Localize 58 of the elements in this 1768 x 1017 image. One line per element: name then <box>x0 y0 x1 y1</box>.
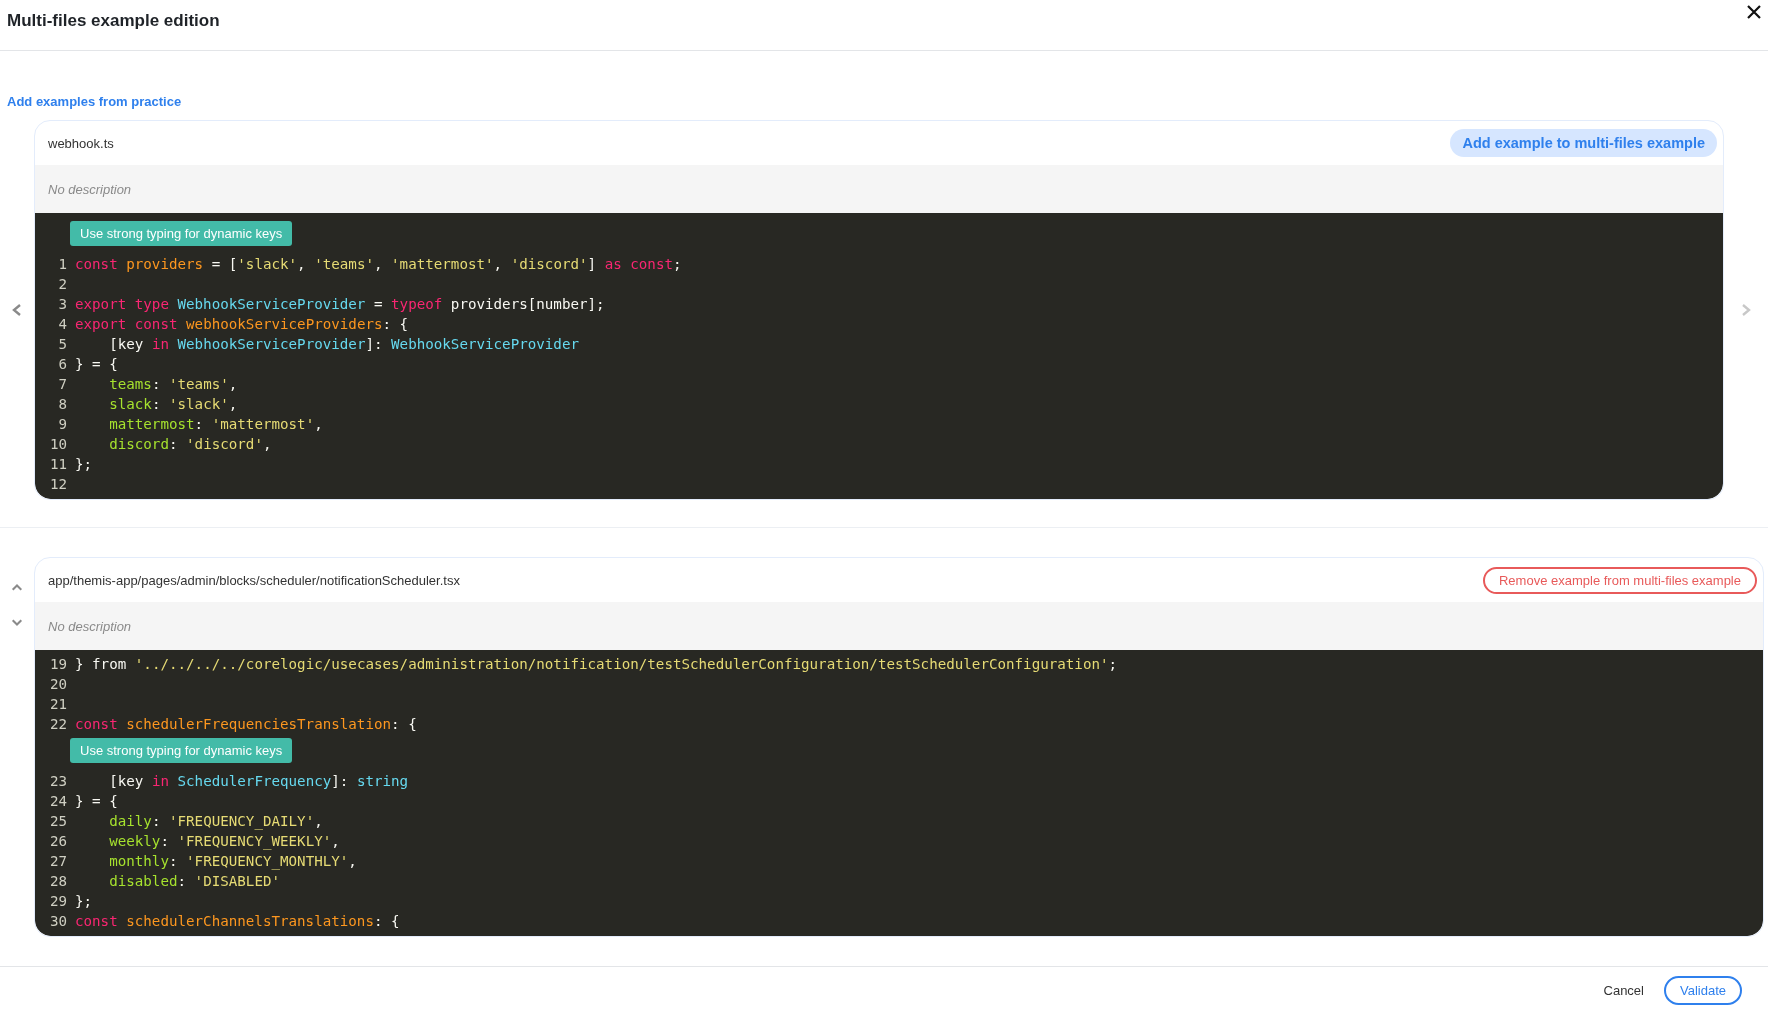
code-line: disabled: 'DISABLED' <box>108 873 280 889</box>
file-path: webhook.ts <box>48 135 114 151</box>
line-number: 27 <box>48 853 67 869</box>
code-line: } = { <box>75 356 118 372</box>
line-number: 8 <box>57 396 67 412</box>
line-number: 1 <box>57 256 67 272</box>
code-line: monthly: 'FREQUENCY_MONTHLY', <box>108 853 357 869</box>
dialog-title: Multi-files example edition <box>7 10 220 31</box>
code-line: slack: 'slack', <box>108 396 238 412</box>
description: No description <box>48 618 132 634</box>
code-line: }; <box>75 893 93 909</box>
line-number: 4 <box>57 316 67 332</box>
line-number: 21 <box>48 696 67 712</box>
code-line: const schedulerFrequenciesTranslation: { <box>75 716 417 732</box>
code-line: }; <box>75 456 93 472</box>
code-line: mattermost: 'mattermost', <box>108 416 323 432</box>
file-path: app/themis-app/pages/admin/blocks/scheduler/notificationScheduler.tsx <box>48 572 460 588</box>
line-number: 20 <box>48 676 67 692</box>
code-line: const schedulerChannelsTranslations: { <box>75 913 400 929</box>
line-number: 6 <box>57 356 67 372</box>
line-number: 2 <box>57 276 67 292</box>
line-number: 22 <box>48 716 67 732</box>
remove-example-button[interactable]: Remove example from multi-files example <box>1482 566 1757 594</box>
cancel-button[interactable]: Cancel <box>1603 979 1644 1002</box>
line-number: 28 <box>48 873 67 889</box>
line-number: 9 <box>57 416 67 432</box>
code-line: export const webhookServiceProviders: { <box>75 316 409 332</box>
validate-button[interactable]: Validate <box>1664 976 1742 1005</box>
line-number: 29 <box>48 893 67 909</box>
code-line: teams: 'teams', <box>108 376 238 392</box>
line-number: 3 <box>57 296 67 312</box>
code-line: } = { <box>75 793 118 809</box>
description: No description <box>48 181 132 197</box>
code-line: weekly: 'FREQUENCY_WEEKLY', <box>108 833 340 849</box>
line-number: 5 <box>57 336 67 352</box>
code-line: [key in WebhookServiceProvider]: WebhookServiceProvider <box>108 336 579 352</box>
chevron-left-icon[interactable] <box>11 303 23 317</box>
close-icon[interactable] <box>1746 4 1762 20</box>
hint-badge: Use strong typing for dynamic keys <box>70 221 293 246</box>
line-number: 26 <box>48 833 67 849</box>
code-line: discord: 'discord', <box>108 436 272 452</box>
add-example-button[interactable]: Add example to multi-files example <box>1450 129 1717 157</box>
line-number: 23 <box>48 773 67 789</box>
line-number: 24 <box>48 793 67 809</box>
line-number: 19 <box>48 656 67 672</box>
line-number: 30 <box>48 913 67 929</box>
add-examples-link[interactable]: Add examples from practice <box>7 94 182 109</box>
code-line: daily: 'FREQUENCY_DAILY', <box>108 813 323 829</box>
line-number: 12 <box>48 476 67 492</box>
hint-badge: Use strong typing for dynamic keys <box>70 738 293 763</box>
code-line: export type WebhookServiceProvider = typeof providers[number]; <box>75 296 605 312</box>
code-line: } from '../../../../corelogic/usecases/administration/notification/testSchedulerConfiguration/testSchedulerConfiguration'; <box>75 656 1118 672</box>
code-line: const providers = ['slack', 'teams', 'mattermost', 'discord'] as const; <box>75 256 682 272</box>
code-line: [key in SchedulerFrequency]: string <box>108 773 409 789</box>
line-number: 11 <box>48 456 67 472</box>
line-number: 7 <box>57 376 67 392</box>
line-number: 25 <box>48 813 67 829</box>
line-number: 10 <box>48 436 67 452</box>
